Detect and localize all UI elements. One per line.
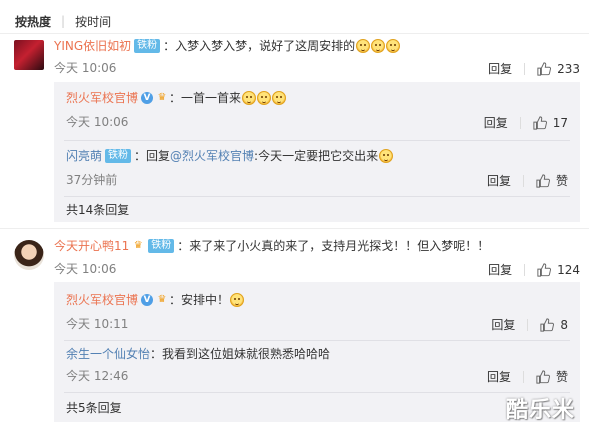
comment-item: YING依旧如初 铁粉 ：入梦入梦入梦，说好了这周安排的 今天 10:06 回复… — [14, 38, 580, 224]
crown-icon: ♛ — [133, 240, 143, 251]
divider — [522, 370, 524, 383]
comment-time: 今天 10:06 — [54, 61, 117, 75]
like-count: 233 — [557, 61, 580, 76]
username[interactable]: 烈火军校官博 — [66, 292, 138, 308]
username[interactable]: 今天开心鸭11 — [54, 238, 129, 254]
username[interactable]: 闪亮萌 — [66, 148, 102, 164]
reply-line: 余生一个仙女怡 ：我看到这位姐妹就很熟悉哈哈哈 — [66, 346, 330, 362]
comment-item: 今天开心鸭11 ♛ 铁粉 ：来了来了小火真的来了，支持月光探戈！！但入梦呢！！ … — [14, 236, 580, 422]
divider — [64, 140, 570, 141]
reply-actions: 回复 赞 — [487, 368, 568, 385]
reply-button[interactable]: 回复 — [487, 172, 511, 189]
reply-prefix: ：回复 — [134, 149, 171, 163]
crown-icon: ♛ — [157, 294, 167, 305]
reply-time: 今天 10:06 — [66, 115, 129, 129]
reply-line: 烈火军校官博 V ♛ ：一首一首来 — [66, 90, 287, 106]
thumbs-up-icon[interactable] — [536, 173, 550, 188]
emoji-icon — [356, 39, 371, 53]
divider — [0, 33, 589, 34]
thumbs-up-icon[interactable] — [540, 317, 555, 332]
emoji-icon — [379, 149, 394, 163]
comment-actions: 回复 124 — [488, 261, 580, 278]
reply-text: ：一首一首来 — [169, 91, 242, 105]
reply-button[interactable]: 回复 — [487, 368, 511, 385]
mention-link[interactable]: @烈火军校官博 — [170, 148, 254, 164]
reply-box: 烈火军校官博 V ♛ ：安排中！ 今天 10:11 回复 8 余生一个仙女怡 ：… — [54, 282, 580, 422]
emoji-icon — [272, 91, 287, 105]
comment-time: 今天 10:06 — [54, 262, 117, 276]
divider — [522, 174, 524, 187]
fan-badge[interactable]: 铁粉 — [134, 39, 161, 53]
divider — [524, 62, 526, 75]
like-count: 17 — [552, 115, 568, 130]
sort-by-time[interactable]: 按时间 — [75, 13, 111, 30]
more-replies-link[interactable]: 共14条回复 — [66, 202, 129, 218]
username[interactable]: 余生一个仙女怡 — [66, 346, 150, 362]
like-label[interactable]: 赞 — [556, 172, 568, 189]
emoji-icon — [242, 91, 257, 105]
emoji-icon — [257, 91, 272, 105]
emoji-icon — [386, 39, 401, 53]
divider — [64, 340, 570, 341]
divider — [64, 392, 570, 393]
reply-actions: 回复 赞 — [487, 172, 568, 189]
fan-badge[interactable]: 铁粉 — [148, 239, 175, 253]
more-replies-link[interactable]: 共5条回复 — [66, 400, 122, 416]
reply-button[interactable]: 回复 — [488, 60, 512, 77]
like-count: 124 — [557, 262, 580, 277]
reply-box: 烈火军校官博 V ♛ ：一首一首来 今天 10:06 回复 17 闪亮萌 铁粉 … — [54, 82, 580, 222]
reply-text: :今天一定要把它交出来 — [254, 149, 379, 163]
comment-text: ：来了来了小火真的来了，支持月光探戈！！但入梦呢！！ — [177, 239, 490, 253]
divider — [64, 196, 570, 197]
like-count: 8 — [560, 317, 568, 332]
verified-icon: V — [141, 92, 154, 104]
thumbs-up-icon[interactable] — [536, 369, 550, 384]
reply-time: 今天 12:46 — [66, 369, 129, 383]
reply-text: ：安排中！ — [169, 293, 230, 307]
sort-by-hot[interactable]: 按热度 — [15, 13, 51, 30]
sort-bar: 按热度 | 按时间 — [15, 12, 111, 30]
sort-divider: | — [61, 14, 66, 28]
reply-button[interactable]: 回复 — [491, 316, 515, 333]
watermark: 酷乐米 — [505, 398, 575, 423]
reply-text: ：我看到这位姐妹就很熟悉哈哈哈 — [150, 347, 331, 361]
username[interactable]: 烈火军校官博 — [66, 90, 138, 106]
reply-line: 烈火军校官博 V ♛ ：安排中！ — [66, 292, 245, 308]
comment-line: 今天开心鸭11 ♛ 铁粉 ：来了来了小火真的来了，支持月光探戈！！但入梦呢！！ — [54, 238, 489, 254]
divider — [527, 318, 529, 331]
comment-text: ：入梦入梦入梦，说好了这周安排的 — [163, 39, 356, 53]
reply-button[interactable]: 回复 — [488, 261, 512, 278]
fan-badge[interactable]: 铁粉 — [105, 149, 132, 163]
divider — [524, 263, 526, 276]
emoji-icon — [230, 293, 245, 307]
username[interactable]: YING依旧如初 — [54, 38, 131, 54]
comment-actions: 回复 233 — [488, 60, 580, 77]
reply-button[interactable]: 回复 — [484, 114, 508, 131]
avatar[interactable] — [14, 240, 44, 270]
reply-actions: 回复 8 — [491, 316, 568, 333]
divider — [0, 228, 589, 229]
like-label[interactable]: 赞 — [556, 368, 568, 385]
reply-line: 闪亮萌 铁粉 ：回复 @烈火军校官博 :今天一定要把它交出来 — [66, 148, 394, 164]
thumbs-up-icon[interactable] — [537, 61, 552, 76]
divider — [519, 116, 521, 129]
comment-line: YING依旧如初 铁粉 ：入梦入梦入梦，说好了这周安排的 — [54, 38, 401, 54]
thumbs-up-icon[interactable] — [533, 115, 547, 130]
reply-time: 今天 10:11 — [66, 317, 129, 331]
reply-actions: 回复 17 — [484, 114, 568, 131]
emoji-icon — [371, 39, 386, 53]
verified-icon: V — [141, 294, 154, 306]
avatar[interactable] — [14, 40, 44, 70]
crown-icon: ♛ — [157, 92, 167, 103]
reply-time: 37分钟前 — [66, 173, 118, 187]
thumbs-up-icon[interactable] — [537, 262, 552, 277]
